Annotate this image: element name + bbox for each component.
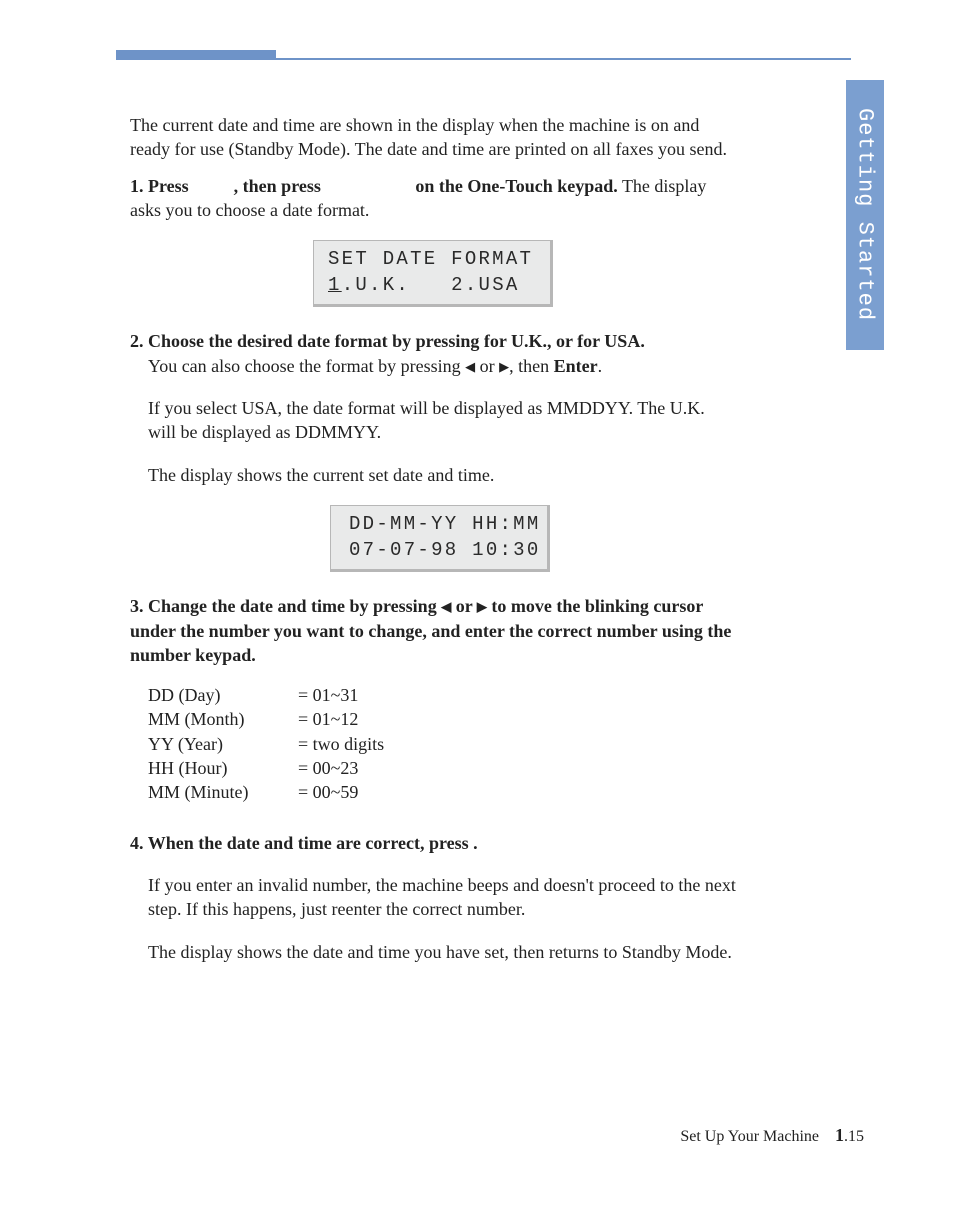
lcd1-line2-rest: .U.K. 2.USA: [342, 274, 520, 296]
left-arrow-icon: [441, 596, 451, 616]
step-4-bold: When the date and time are correct, pres…: [148, 833, 478, 853]
section-side-tab-label: Getting Started: [853, 108, 878, 321]
intro-paragraph: The current date and time are shown in t…: [130, 113, 736, 162]
step-2: 2. Choose the desired date format by pre…: [130, 329, 736, 572]
range-value: = 00~23: [298, 756, 358, 780]
header-accent-bar: [116, 50, 276, 60]
header-rule: [276, 58, 851, 60]
step-2-line2: You can also choose the format by pressi…: [130, 354, 736, 378]
table-row: MM (Minute)= 00~59: [148, 780, 736, 804]
step-2-line2c: , then: [509, 356, 554, 376]
range-label: YY (Year): [148, 732, 298, 756]
step-1-then-press: , then press: [234, 176, 321, 196]
page-footer: Set Up Your Machine 1.15: [680, 1125, 864, 1146]
left-arrow-icon: [465, 356, 475, 376]
step-4: 4. When the date and time are correct, p…: [130, 831, 736, 964]
lcd-display-2: DD-MM-YY HH:MM 07-07-98 10:30: [330, 505, 550, 572]
page-content: The current date and time are shown in t…: [130, 95, 736, 982]
footer-chapter: 1: [835, 1125, 844, 1145]
section-side-tab: Getting Started: [846, 80, 884, 350]
table-row: DD (Day)= 01~31: [148, 683, 736, 707]
step-1-tail: on the One-Touch keypad.: [415, 176, 617, 196]
right-arrow-icon: [499, 356, 509, 376]
step-3-b2: or: [451, 596, 477, 616]
lcd1-cursor: 1: [328, 274, 342, 296]
lcd2-line1: DD-MM-YY HH:MM: [349, 513, 541, 535]
date-range-table: DD (Day)= 01~31 MM (Month)= 01~12 YY (Ye…: [130, 683, 736, 804]
step-1: 1. Press , then press on the One-Touch k…: [130, 174, 736, 308]
step-1-gap1: [193, 176, 229, 196]
lcd-display-1-screen: SET DATE FORMAT 1.U.K. 2.USA: [313, 240, 553, 307]
step-3-b1: Change the date and time by pressing: [148, 596, 441, 616]
step-4-p1: If you enter an invalid number, the mach…: [130, 873, 736, 922]
lcd1-line1: SET DATE FORMAT: [328, 248, 533, 270]
range-label: HH (Hour): [148, 756, 298, 780]
step-number: 3.: [130, 596, 148, 616]
step-number: 4.: [130, 833, 148, 853]
step-number: 2.: [130, 331, 148, 351]
lcd2-line2: 07-07-98 10:30: [349, 539, 541, 561]
range-value: = 01~31: [298, 683, 358, 707]
step-2-p1: If you select USA, the date format will …: [130, 396, 736, 445]
right-arrow-icon: [477, 596, 487, 616]
step-3: 3. Change the date and time by pressing …: [130, 594, 736, 804]
step-1-press: Press: [148, 176, 189, 196]
step-1-gap2: [325, 176, 411, 196]
step-2-bold: Choose the desired date format by pressi…: [148, 331, 645, 351]
table-row: MM (Month)= 01~12: [148, 707, 736, 731]
step-number: 1.: [130, 176, 148, 196]
lcd-display-1: SET DATE FORMAT 1.U.K. 2.USA: [313, 240, 553, 307]
step-2-line2d: .: [598, 356, 603, 376]
step-4-p2: The display shows the date and time you …: [130, 940, 736, 964]
step-2-line2a: You can also choose the format by pressi…: [148, 356, 465, 376]
step-2-p2: The display shows the current set date a…: [130, 463, 736, 487]
lcd-display-2-screen: DD-MM-YY HH:MM 07-07-98 10:30: [330, 505, 550, 572]
table-row: YY (Year)= two digits: [148, 732, 736, 756]
range-label: MM (Month): [148, 707, 298, 731]
range-label: MM (Minute): [148, 780, 298, 804]
step-2-line2b: or: [475, 356, 499, 376]
enter-label: Enter: [554, 356, 598, 376]
range-value: = 00~59: [298, 780, 358, 804]
footer-label: Set Up Your Machine: [680, 1128, 819, 1145]
range-value: = 01~12: [298, 707, 358, 731]
range-label: DD (Day): [148, 683, 298, 707]
footer-page: .15: [844, 1128, 864, 1145]
table-row: HH (Hour)= 00~23: [148, 756, 736, 780]
range-value: = two digits: [298, 732, 384, 756]
